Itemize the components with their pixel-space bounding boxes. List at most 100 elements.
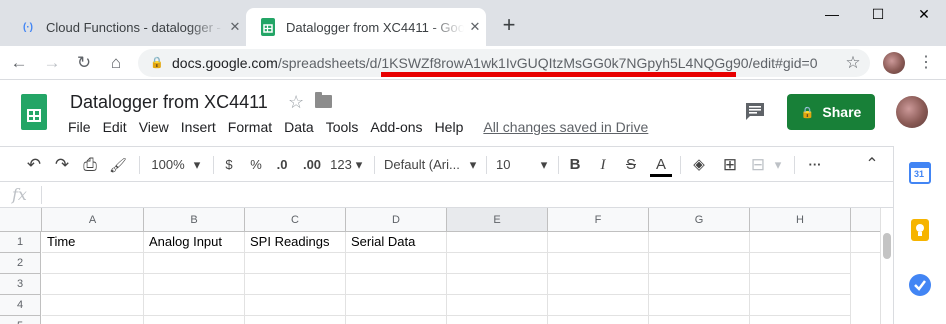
vertical-scrollbar[interactable] bbox=[880, 208, 893, 324]
cell-C1[interactable]: SPI Readings bbox=[245, 232, 346, 253]
menu-data[interactable]: Data bbox=[284, 119, 314, 135]
column-header[interactable]: F bbox=[548, 208, 649, 232]
tasks-icon[interactable] bbox=[909, 274, 931, 296]
formula-bar[interactable]: fx bbox=[0, 182, 893, 208]
collapse-menus-icon[interactable]: ⌃ bbox=[862, 155, 882, 175]
cell[interactable] bbox=[447, 316, 548, 324]
fill-color-icon[interactable]: ◈ bbox=[689, 155, 709, 175]
chevron-down-icon[interactable]: ▾ bbox=[353, 155, 365, 175]
cell[interactable] bbox=[346, 295, 447, 316]
back-button[interactable]: ← bbox=[7, 51, 31, 75]
strikethrough-button[interactable]: S bbox=[622, 155, 640, 175]
chevron-down-icon[interactable]: ▾ bbox=[467, 155, 479, 175]
cell[interactable] bbox=[346, 253, 447, 274]
borders-icon[interactable]: ⊞ bbox=[720, 155, 740, 175]
column-header[interactable]: C bbox=[245, 208, 346, 232]
cell-H1[interactable] bbox=[750, 232, 851, 253]
scrollbar-thumb[interactable] bbox=[883, 233, 891, 259]
cell[interactable] bbox=[42, 274, 144, 295]
close-tab-icon[interactable]: ✕ bbox=[464, 19, 486, 35]
folder-icon[interactable] bbox=[315, 92, 332, 108]
close-window-button[interactable]: ✕ bbox=[910, 6, 938, 26]
merge-cells-icon[interactable]: ⊟ bbox=[748, 155, 768, 175]
cell-E1[interactable] bbox=[447, 232, 548, 253]
text-color-button[interactable]: A bbox=[650, 155, 672, 177]
new-tab-button[interactable]: + bbox=[497, 12, 521, 38]
font-family-select[interactable]: Default (Ari... bbox=[384, 155, 464, 175]
cell[interactable] bbox=[548, 274, 649, 295]
cell[interactable] bbox=[245, 253, 346, 274]
select-all-corner[interactable] bbox=[0, 208, 42, 232]
cell[interactable] bbox=[42, 253, 144, 274]
chevron-down-icon[interactable]: ▾ bbox=[538, 155, 550, 175]
document-title[interactable]: Datalogger from XC4411 bbox=[70, 92, 268, 113]
cell[interactable] bbox=[750, 316, 851, 324]
chevron-down-icon[interactable]: ▾ bbox=[772, 155, 784, 175]
browser-menu-icon[interactable]: ⋮ bbox=[914, 51, 938, 75]
cell[interactable] bbox=[649, 253, 750, 274]
cell[interactable] bbox=[144, 274, 245, 295]
percent-format-button[interactable]: % bbox=[248, 155, 264, 175]
menu-help[interactable]: Help bbox=[435, 119, 464, 135]
increase-decimal-button[interactable]: .00 bbox=[300, 155, 324, 175]
column-header-overflow[interactable] bbox=[851, 208, 880, 232]
cell[interactable] bbox=[649, 295, 750, 316]
chevron-down-icon[interactable]: ▾ bbox=[190, 155, 204, 175]
row-header[interactable]: 3 bbox=[0, 274, 41, 295]
home-button[interactable]: ⌂ bbox=[104, 51, 128, 75]
cell-A1[interactable]: Time bbox=[42, 232, 144, 253]
column-header[interactable]: B bbox=[144, 208, 245, 232]
cell[interactable] bbox=[548, 253, 649, 274]
share-button[interactable]: 🔒 Share bbox=[787, 94, 875, 130]
cell[interactable] bbox=[447, 274, 548, 295]
cell[interactable] bbox=[346, 316, 447, 324]
cell[interactable] bbox=[649, 316, 750, 324]
menu-view[interactable]: View bbox=[139, 119, 169, 135]
cell[interactable] bbox=[144, 295, 245, 316]
font-size-select[interactable]: 10 bbox=[496, 155, 516, 175]
decrease-decimal-button[interactable]: .0 bbox=[272, 155, 292, 175]
minimize-button[interactable]: — bbox=[818, 6, 846, 26]
menu-tools[interactable]: Tools bbox=[326, 119, 359, 135]
print-icon[interactable]: ⎙ bbox=[80, 155, 100, 175]
cell[interactable] bbox=[447, 295, 548, 316]
cell-D1[interactable]: Serial Data bbox=[346, 232, 447, 253]
browser-profile-avatar[interactable] bbox=[883, 52, 905, 74]
cell[interactable] bbox=[245, 274, 346, 295]
cell-overflow[interactable] bbox=[851, 232, 880, 253]
paint-format-icon[interactable]: 🖌 bbox=[108, 155, 128, 175]
bold-button[interactable]: B bbox=[566, 155, 584, 175]
cell[interactable] bbox=[750, 274, 851, 295]
column-header[interactable]: H bbox=[750, 208, 851, 232]
more-formats-button[interactable]: 123 bbox=[329, 155, 353, 175]
sheets-logo-icon[interactable] bbox=[21, 94, 47, 130]
row-header[interactable]: 1 bbox=[0, 232, 41, 253]
menu-format[interactable]: Format bbox=[228, 119, 272, 135]
maximize-button[interactable]: ☐ bbox=[864, 6, 892, 26]
menu-insert[interactable]: Insert bbox=[181, 119, 216, 135]
cell[interactable] bbox=[750, 253, 851, 274]
calendar-icon[interactable]: 31 bbox=[909, 162, 931, 184]
save-status-link[interactable]: All changes saved in Drive bbox=[483, 119, 648, 135]
bookmark-star-icon[interactable]: ☆ bbox=[841, 51, 865, 75]
column-header[interactable]: A bbox=[42, 208, 144, 232]
column-header[interactable]: G bbox=[649, 208, 750, 232]
redo-icon[interactable]: ↷ bbox=[52, 155, 72, 175]
keep-icon[interactable] bbox=[911, 219, 929, 241]
cell[interactable] bbox=[750, 295, 851, 316]
row-header[interactable]: 2 bbox=[0, 253, 41, 274]
cell[interactable] bbox=[245, 295, 346, 316]
cell[interactable] bbox=[548, 295, 649, 316]
cell[interactable] bbox=[649, 274, 750, 295]
undo-icon[interactable]: ↶ bbox=[24, 155, 44, 175]
column-header[interactable]: E bbox=[447, 208, 548, 232]
cell-B1[interactable]: Analog Input bbox=[144, 232, 245, 253]
currency-format-button[interactable]: $ bbox=[222, 155, 236, 175]
cell[interactable] bbox=[144, 253, 245, 274]
italic-button[interactable]: I bbox=[594, 155, 612, 175]
cell-G1[interactable] bbox=[649, 232, 750, 253]
tab-cloud-functions[interactable]: (·) Cloud Functions - datalogger - G ✕ bbox=[6, 8, 246, 46]
close-tab-icon[interactable]: ✕ bbox=[224, 19, 246, 35]
menu-add-ons[interactable]: Add-ons bbox=[370, 119, 422, 135]
cell[interactable] bbox=[346, 274, 447, 295]
